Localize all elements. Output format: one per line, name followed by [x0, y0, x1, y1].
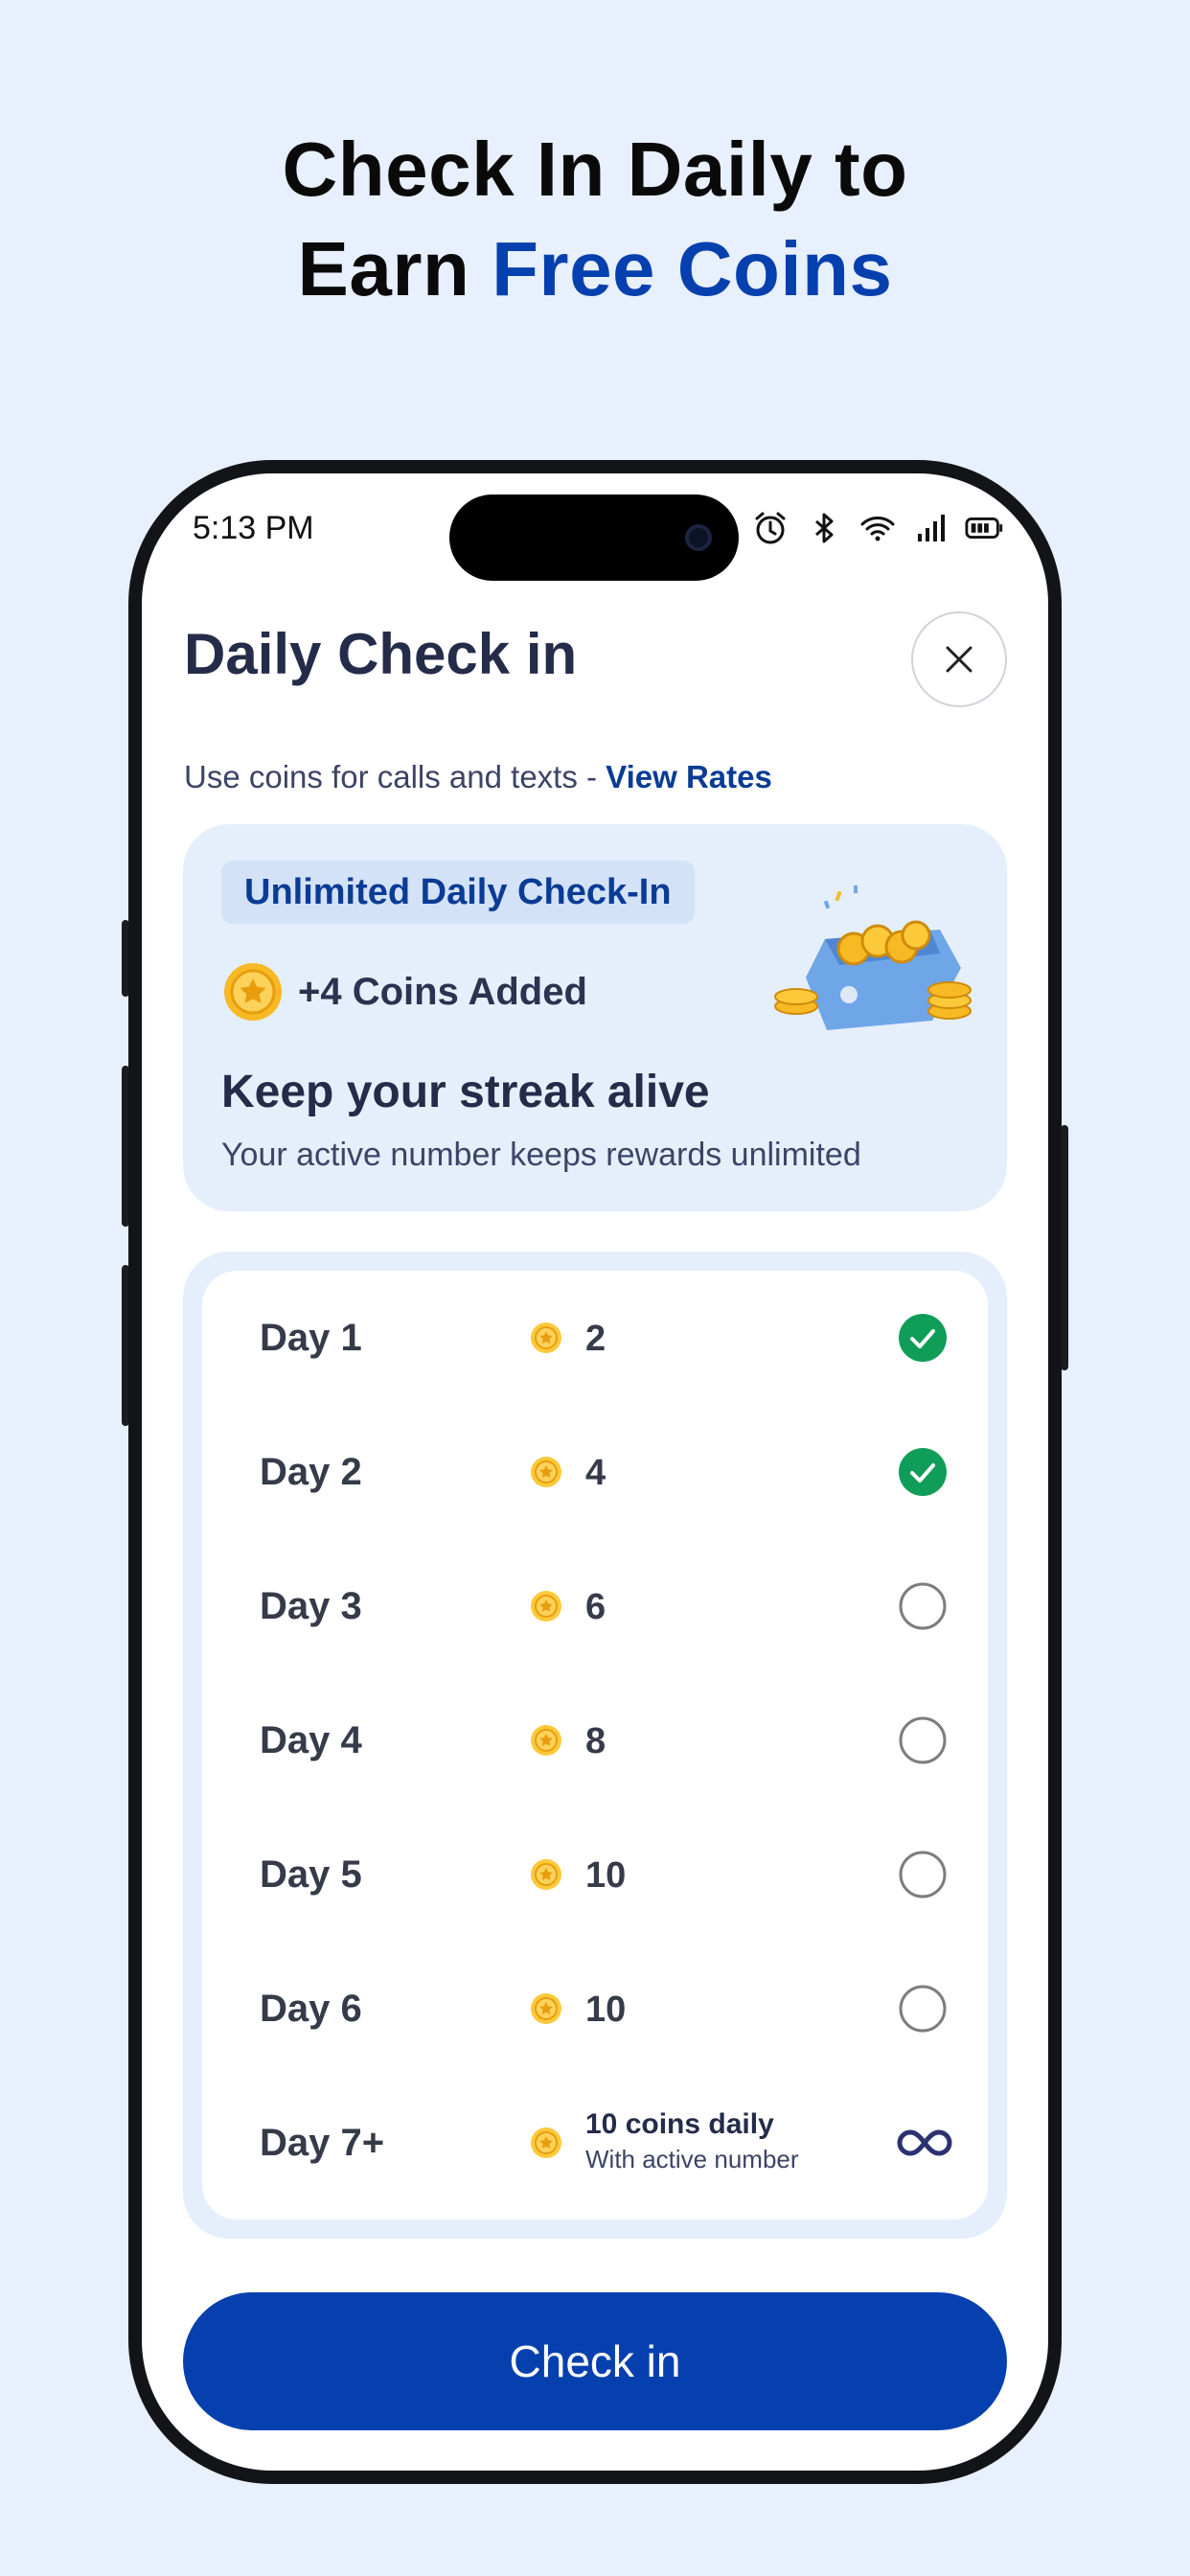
sheet-title: Daily Check in [184, 622, 578, 686]
wifi-icon [858, 508, 898, 548]
coin-icon [531, 1322, 561, 1353]
subtitle-text: Use coins for calls and texts - [184, 759, 606, 794]
check-done-icon [899, 1448, 947, 1496]
day-label: Day 4 [260, 1719, 362, 1761]
coins-added-text: +4 Coins Added [298, 970, 587, 1013]
alarm-icon [750, 508, 790, 548]
headline-line-2: Earn Free Coins [0, 219, 1190, 319]
day-coins: 8 [585, 1721, 606, 1761]
view-rates-link[interactable]: View Rates [606, 759, 772, 794]
promo-heading: Keep your streak alive [221, 1067, 710, 1117]
coin-icon [531, 1591, 561, 1622]
day-row: Day 5 10 [202, 1807, 988, 1942]
day-row: Day 6 10 [202, 1942, 988, 2076]
day-row: Day 4 8 [202, 1673, 988, 1807]
day-coins: 10 [585, 1855, 627, 1896]
check-pending-icon [899, 1851, 947, 1898]
day-row: Day 2 4 [202, 1405, 988, 1539]
day-coins: 10 [585, 1990, 627, 2030]
headline-line-1: Check In Daily to [282, 126, 908, 212]
day-coins: 6 [585, 1587, 606, 1627]
day7-coins-sub: With active number [585, 2145, 799, 2174]
cellular-signal-icon [911, 508, 951, 548]
check-pending-icon [899, 1582, 947, 1630]
subtitle: Use coins for calls and texts - View Rat… [184, 759, 772, 795]
coin-icon [224, 963, 282, 1021]
day-coins: 2 [585, 1319, 606, 1359]
day7-coins-main: 10 coins daily [585, 2108, 774, 2140]
phone-power-button [1061, 1125, 1068, 1370]
day-label: Day 3 [260, 1585, 362, 1627]
day-label: Day 2 [260, 1451, 362, 1493]
check-pending-icon [899, 1716, 947, 1764]
promo-badge: Unlimited Daily Check-In [221, 861, 695, 924]
check-in-button[interactable]: Check in [183, 2292, 1007, 2430]
days-card: Day 1 2 Day 2 4 Day 3 6 Day 4 8 Day 5 10… [183, 1252, 1007, 2239]
coin-icon [531, 1725, 561, 1756]
coins-added: +4 Coins Added [221, 960, 587, 1024]
day-label: Day 1 [260, 1317, 362, 1359]
day-row-7-plus: Day 7+ 10 coins daily With active number [202, 2076, 988, 2210]
headline-accent: Free Coins [492, 226, 893, 311]
coin-icon [531, 1457, 561, 1487]
check-pending-icon [899, 1985, 947, 2033]
close-button[interactable] [911, 611, 1007, 707]
phone-screen: 5:13 PM Daily Check in Use coins for cal… [145, 475, 1045, 2469]
bluetooth-icon [804, 508, 844, 548]
day-coins: 4 [585, 1453, 606, 1493]
days-list: Day 1 2 Day 2 4 Day 3 6 Day 4 8 Day 5 10… [202, 1271, 988, 2220]
promo-card: Unlimited Daily Check-In +4 Coins Added … [183, 824, 1007, 1211]
headline-plain: Earn [297, 226, 492, 311]
day-label: Day 7+ [260, 2122, 385, 2164]
coin-box-illustration [774, 886, 972, 1030]
coin-icon [531, 2128, 561, 2158]
promo-description: Your active number keeps rewards unlimit… [221, 1137, 861, 1173]
dynamic-island [449, 494, 739, 581]
front-camera [685, 524, 712, 551]
battery-icon [965, 508, 1005, 548]
coin-icon [531, 1859, 561, 1890]
status-time: 5:13 PM [193, 510, 314, 546]
day-label: Day 5 [260, 1853, 362, 1896]
coin-icon [531, 1993, 561, 2024]
status-icons [750, 508, 1005, 548]
check-done-icon [899, 1314, 947, 1362]
day-label: Day 6 [260, 1988, 362, 2030]
day-row: Day 3 6 [202, 1539, 988, 1673]
infinity-icon [897, 2129, 952, 2156]
headline: Check In Daily to Earn Free Coins [0, 120, 1190, 319]
close-icon [946, 646, 973, 673]
day-row: Day 1 2 [202, 1271, 988, 1405]
